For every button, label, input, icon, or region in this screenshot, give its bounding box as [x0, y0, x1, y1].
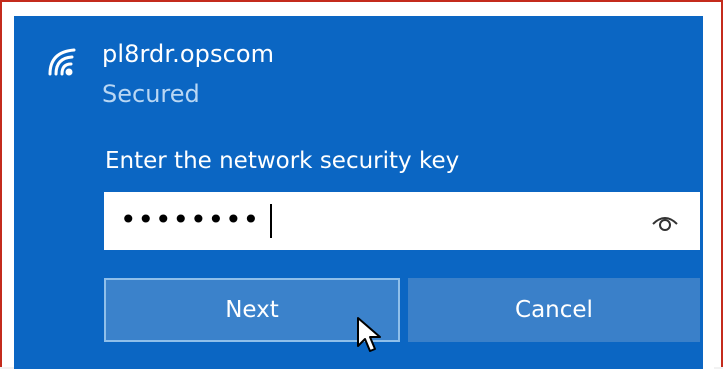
next-button-label: Next — [225, 297, 279, 323]
cancel-button-label: Cancel — [515, 297, 593, 323]
eye-icon[interactable] — [650, 210, 680, 234]
security-key-input[interactable]: •••••••• — [104, 192, 700, 250]
text-caret — [270, 204, 272, 238]
security-key-value: •••••••• — [120, 203, 261, 236]
wifi-icon — [46, 44, 80, 78]
mouse-cursor-icon — [356, 316, 384, 356]
cancel-button[interactable]: Cancel — [408, 278, 700, 342]
screenshot-frame: pl8rdr.opscom Secured Enter the network … — [0, 0, 723, 369]
network-status: Secured — [102, 80, 200, 108]
security-key-label: Enter the network security key — [105, 148, 460, 174]
panel-right-edge — [703, 16, 714, 369]
network-name: pl8rdr.opscom — [102, 40, 275, 68]
